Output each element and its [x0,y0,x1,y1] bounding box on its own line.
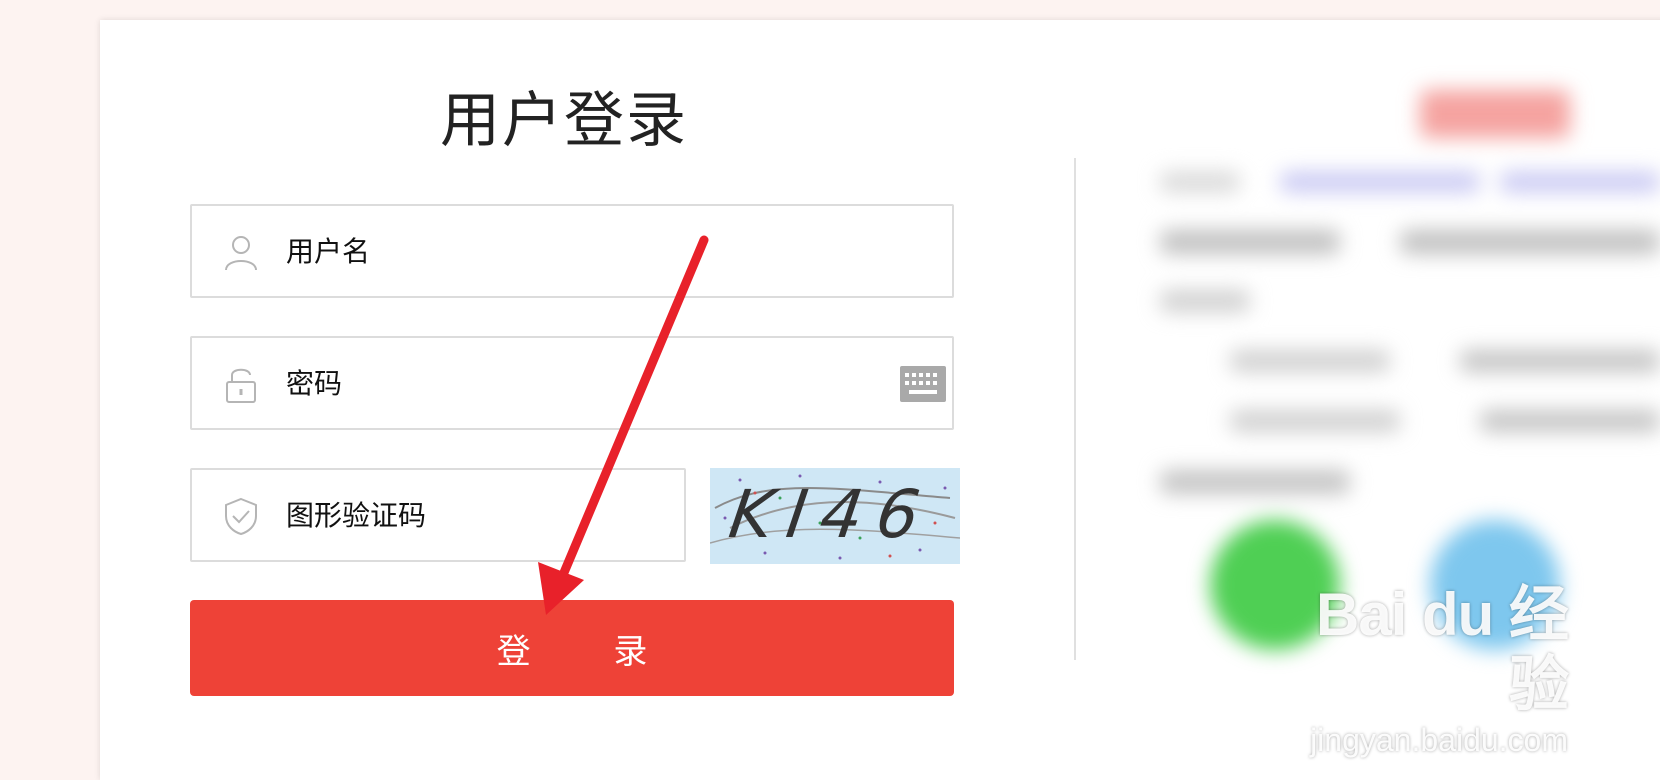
captcha-field[interactable] [190,468,686,562]
password-field[interactable] [190,336,954,430]
page-title: 用户登录 [440,86,688,156]
keyboard-icon[interactable] [900,366,946,402]
panel-divider [1074,158,1076,660]
captcha-input[interactable] [284,484,668,546]
captcha-image[interactable]: KI46 [710,468,960,564]
lock-icon [226,368,256,403]
captcha-text: KI46 [724,476,939,553]
password-input[interactable] [284,352,848,414]
watermark-url: jingyan.baidu.com [1310,722,1568,758]
username-field[interactable] [190,204,954,298]
login-button[interactable]: 登 录 [190,600,954,696]
user-icon [225,236,257,271]
username-input[interactable] [284,220,848,282]
watermark-brand: Bai du 经验 [1315,581,1569,718]
shield-check-icon [225,497,257,536]
baidu-watermark: Bai du 经验 jingyan.baidu.com [1268,580,1569,760]
